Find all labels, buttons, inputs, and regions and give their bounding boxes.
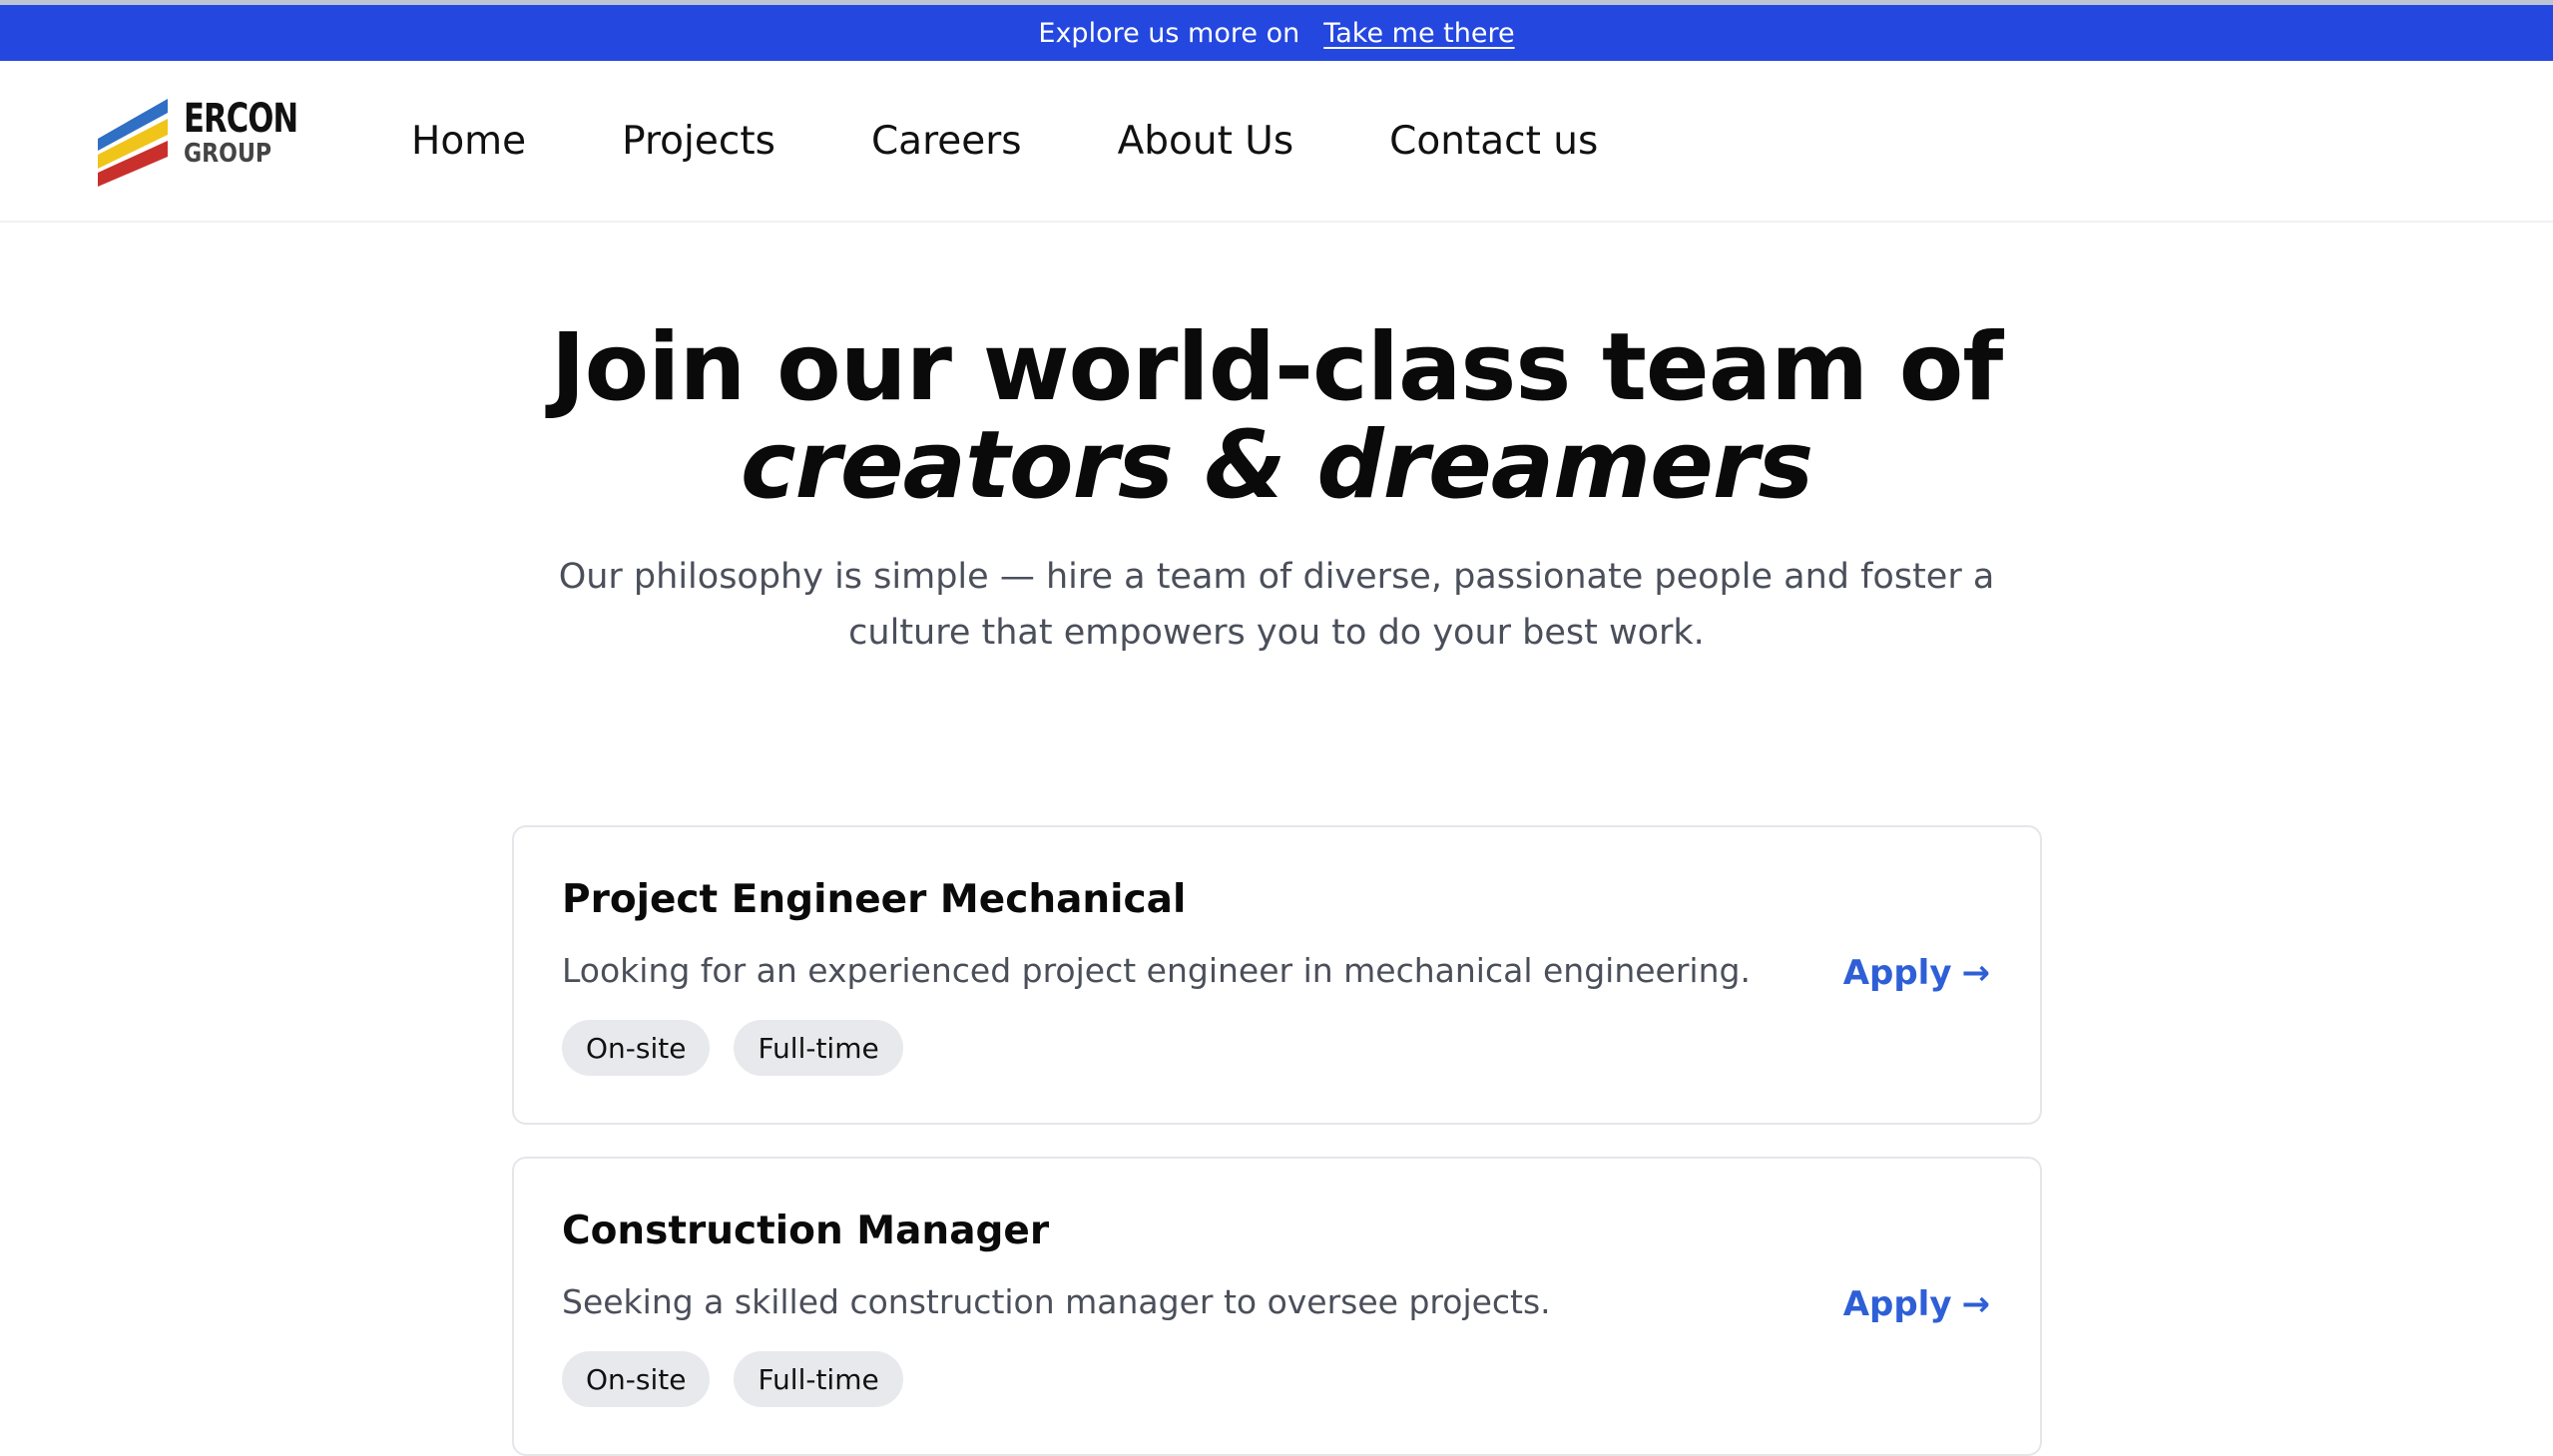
apply-button[interactable]: Apply → (1843, 953, 1990, 993)
hero-title: Join our world-class team of creators & … (0, 319, 2553, 515)
logo[interactable]: ERCON GROUP (94, 91, 303, 191)
site-header: ERCON GROUP Home Projects Careers About … (0, 61, 2553, 223)
job-title: Construction Manager (562, 1209, 1050, 1253)
job-tags: On-site Full-time (562, 1020, 927, 1076)
hero-title-line1: Join our world-class team of (550, 313, 2004, 422)
job-description: Seeking a skilled construction manager t… (562, 1282, 1551, 1321)
nav-careers[interactable]: Careers (871, 119, 1022, 164)
hero-title-line2: creators & dreamers (740, 411, 1813, 520)
apply-label: Apply (1842, 1284, 1952, 1324)
tag-location: On-site (562, 1020, 711, 1076)
announcement-link[interactable]: Take me there (1323, 18, 1514, 49)
arrow-right-icon: → (1961, 953, 1991, 993)
job-card: Project Engineer Mechanical Looking for … (512, 825, 2042, 1125)
hero-subtitle: Our philosophy is simple — hire a team o… (558, 557, 1995, 653)
apply-label: Apply (1842, 953, 1952, 993)
hero-section: Join our world-class team of creators & … (0, 319, 2553, 661)
main-nav: Home Projects Careers About Us Contact u… (411, 61, 1694, 221)
nav-contact-us[interactable]: Contact us (1389, 119, 1598, 164)
job-title: Project Engineer Mechanical (562, 877, 1187, 922)
logo-stripes-icon (98, 99, 168, 187)
job-description: Looking for an experienced project engin… (562, 951, 1751, 990)
job-card: Construction Manager Seeking a skilled c… (512, 1157, 2042, 1456)
logo-brand: ERCON (184, 96, 298, 142)
tag-employment-type: Full-time (734, 1020, 903, 1076)
arrow-right-icon: → (1961, 1284, 1991, 1324)
job-tags: On-site Full-time (562, 1351, 927, 1407)
tag-employment-type: Full-time (734, 1351, 903, 1407)
nav-about-us[interactable]: About Us (1118, 119, 1294, 164)
nav-home[interactable]: Home (411, 119, 526, 164)
logo-sub: GROUP (184, 139, 272, 169)
tag-location: On-site (562, 1351, 711, 1407)
announcement-bar: Explore us more on Take me there (0, 5, 2553, 61)
nav-projects[interactable]: Projects (622, 119, 775, 164)
announcement-text: Explore us more on (1038, 17, 1300, 49)
apply-button[interactable]: Apply → (1843, 1284, 1990, 1324)
